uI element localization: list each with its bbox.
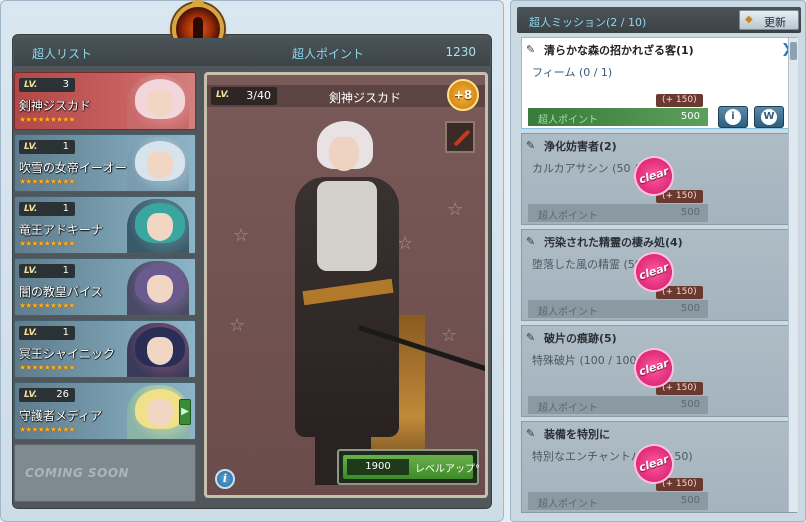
character-face (147, 399, 173, 427)
star-rating: ★★★★★★★★★ (19, 363, 76, 372)
level-up-cost: 1900 (347, 459, 409, 475)
detail-level-badge: LV. 3/40 (211, 87, 277, 105)
level-badge: LV. 1 (19, 264, 75, 278)
mission-warp-button[interactable]: W (754, 106, 784, 128)
warp-icon: W (761, 109, 777, 125)
background-star-icon: ☆ (441, 325, 458, 346)
character-item-vice[interactable]: LV. 1 闇の教皇バイス ★★★★★★★★★ (14, 258, 196, 316)
mission-header: 超人ミッション(2 / 10) ◆ 更新 (517, 7, 801, 33)
reward-points-bar: 超人ポイント 500 (528, 492, 708, 510)
points-value: 1230 (445, 45, 476, 59)
character-name: 守護者メディア (19, 409, 103, 423)
mission-item[interactable]: ✎ 浄化妨害者(2) カルカアサシン (50 / 50) (+ 150) 超人ポ… (521, 133, 797, 225)
character-name: 竜王アドキーナ (19, 223, 104, 237)
level-up-button[interactable]: 1900 レベルアップ° (337, 449, 480, 485)
mission-progress: 特殊破片 (100 / 100) (532, 354, 641, 367)
reward-bonus: (+ 150) (656, 94, 703, 107)
expand-arrow-icon[interactable]: ▶ (179, 399, 191, 425)
character-list: LV. 3 剣神ジスカド ★★★★★★★★★ LV. 1 吹雪の女帝イーオー ★★★… (14, 72, 196, 502)
enhance-plus-badge: +8 (447, 79, 479, 111)
level-up-label: レベルアップ° (415, 464, 480, 475)
mission-name: 清らかな森の招かれざる客(1) (544, 44, 694, 57)
mission-item[interactable]: ✎ 破片の痕跡(5) 特殊破片 (100 / 100) (+ 150) 超人ポイ… (521, 325, 797, 417)
mission-icon: ✎ (526, 43, 536, 56)
character-name: 冥王シャイニック (19, 347, 116, 361)
mission-item[interactable]: ✎ 清らかな森の招かれざる客(1) ❯ フィーム (0 / 1) (+ 150)… (521, 37, 797, 129)
mission-list: ✎ 清らかな森の招かれざる客(1) ❯ フィーム (0 / 1) (+ 150)… (521, 37, 797, 517)
character-item-adkina[interactable]: LV. 1 竜王アドキーナ ★★★★★★★★★ (14, 196, 196, 254)
level-badge: LV. 1 (19, 202, 75, 216)
level-badge: LV. 1 (19, 326, 75, 340)
level-badge: LV. 3 (19, 78, 75, 92)
level-badge: LV. 1 (19, 140, 75, 154)
mission-item[interactable]: ✎ 汚染された精霊の棲み処(4) 堕落した風の精霊 (50 / 50) (+ 1… (521, 229, 797, 321)
mission-icon: ✎ (526, 427, 536, 440)
character-detail-panel: LV. 3/40 剣神ジスカド +8 ☆ ☆ ☆ ☆ ☆ i 1900 レベルアッ… (204, 72, 488, 498)
mission-name: 破片の痕跡(5) (544, 332, 617, 345)
mission-name: 浄化妨害者(2) (544, 140, 617, 153)
mission-scrollbar[interactable] (788, 38, 798, 512)
character-full-art (259, 115, 485, 491)
background-star-icon: ☆ (233, 225, 250, 246)
star-rating: ★★★★★★★★★ (19, 239, 76, 248)
mission-icon: ✎ (526, 235, 536, 248)
character-face (147, 275, 173, 303)
background-star-icon: ☆ (229, 315, 246, 336)
coming-soon-label: COMING SOON (25, 466, 130, 480)
mission-name: 装備を特別に (544, 428, 610, 441)
character-name: 吹雪の女帝イーオー (19, 161, 128, 175)
star-rating: ★★★★★★★★★ (19, 425, 76, 434)
character-item-io[interactable]: LV. 1 吹雪の女帝イーオー ★★★★★★★★★ (14, 134, 196, 192)
reward-points-bar: 超人ポイント 500 (528, 300, 708, 318)
reward-points-bar: 超人ポイント 500 (528, 108, 708, 126)
level-badge: LV. 26 (19, 388, 75, 402)
character-face (147, 89, 173, 117)
star-rating: ★★★★★★★★★ (19, 301, 76, 310)
refresh-button[interactable]: ◆ 更新 (739, 10, 799, 30)
mission-title: 超人ミッション(2 / 10) (529, 16, 647, 29)
info-button[interactable]: i (215, 469, 235, 489)
points-label: 超人ポイント (292, 47, 365, 61)
mission-window: 超人ミッション(2 / 10) ◆ 更新 ✎ 清らかな森の招かれざる客(1) ❯… (510, 0, 806, 522)
background-star-icon: ☆ (447, 199, 464, 220)
scrollbar-thumb[interactable] (790, 42, 797, 60)
character-name: 闇の教皇バイス (19, 285, 103, 299)
mission-progress: フィーム (0 / 1) (532, 66, 613, 79)
mission-name: 汚染された精霊の棲み処(4) (544, 236, 683, 249)
mission-info-button[interactable]: i (718, 106, 748, 128)
character-item-jiskad[interactable]: LV. 3 剣神ジスカド ★★★★★★★★★ (14, 72, 196, 130)
mission-item[interactable]: ✎ 装備を特別に 特別なエンチャントパ (50 / 50) (+ 150) 超人… (521, 421, 797, 513)
character-item-shinic[interactable]: LV. 1 冥王シャイニック ★★★★★★★★★ (14, 320, 196, 378)
superhuman-list-header: 超人リスト 超人ポイント 1230 (14, 38, 490, 66)
character-name: 剣神ジスカド (19, 99, 92, 113)
character-face (147, 151, 173, 179)
reward-points-bar: 超人ポイント 500 (528, 204, 708, 222)
character-item-media[interactable]: LV. 26 守護者メディア ★★★★★★★★★ ▶ (14, 382, 196, 440)
character-face (147, 213, 173, 241)
weapon-slot-icon[interactable] (445, 121, 475, 153)
coming-soon-slot: COMING SOON (14, 444, 196, 502)
refresh-icon: ◆ (745, 14, 753, 25)
star-rating: ★★★★★★★★★ (19, 115, 76, 124)
mission-icon: ✎ (526, 331, 536, 344)
reward-points-bar: 超人ポイント 500 (528, 396, 708, 414)
detail-character-name: 剣神ジスカド (329, 91, 402, 105)
character-face (147, 337, 173, 365)
mission-icon: ✎ (526, 139, 536, 152)
star-rating: ★★★★★★★★★ (19, 177, 76, 186)
list-title: 超人リスト (32, 47, 93, 61)
info-icon: i (725, 109, 741, 125)
